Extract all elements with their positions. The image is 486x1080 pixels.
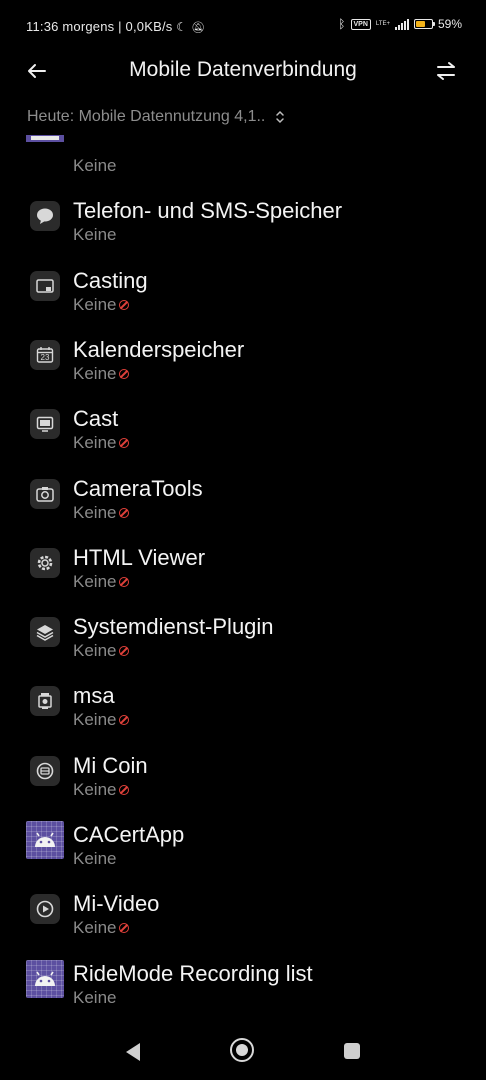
list-item[interactable]: Mi-Video Keine <box>0 843 486 937</box>
mute-bell-icon: 🔕︎ <box>191 22 206 34</box>
purple-app-icon <box>26 135 64 142</box>
up-down-chevron-icon <box>275 110 285 124</box>
triangle-back-icon <box>126 1043 140 1061</box>
status-indicators: ᛒ VPN LTE+ 59% <box>338 17 462 31</box>
list-item[interactable]: HTML Viewer Keine <box>0 497 486 591</box>
list-item[interactable]: Cast Keine <box>0 358 486 452</box>
app-list: Keine Telefon- und SMS-Speicher Keine Casti… <box>0 135 486 1005</box>
signal-icon <box>394 18 409 30</box>
moon-icon: ☾ <box>176 20 188 34</box>
android-icon <box>26 959 64 998</box>
swap-arrows-icon <box>437 62 455 80</box>
battery-fill <box>415 21 425 27</box>
list-item[interactable]: Casting Keine <box>0 220 486 314</box>
status-time-and-speed: 11:36 morgens | 0,0KB/s ☾ 🔕︎ <box>26 19 205 34</box>
usage-filter-dropdown[interactable]: Heute: Mobile Datennutzung 4,1.. <box>27 108 285 126</box>
battery-percent: 59% <box>437 17 462 31</box>
bluetooth-icon: ᛒ <box>338 17 346 31</box>
top-app-bar: Mobile Datenverbindung <box>0 52 486 92</box>
status-bar: 11:36 morgens | 0,0KB/s ☾ 🔕︎ ᛒ VPN LTE+ … <box>0 0 486 52</box>
list-item[interactable]: CameraTools Keine <box>0 428 486 522</box>
sort-button[interactable] <box>434 58 458 84</box>
app-usage: Keine <box>73 988 116 1005</box>
vpn-badge: VPN <box>350 18 371 30</box>
list-item[interactable]: Keine <box>0 135 486 175</box>
list-item[interactable]: 23 Kalenderspeicher Keine <box>0 289 486 383</box>
navigation-bar <box>0 1020 486 1080</box>
list-item[interactable]: RideMode Recording list Keine <box>0 913 486 1005</box>
app-name: RideMode Recording list <box>73 960 313 986</box>
nav-recents-button[interactable] <box>344 1043 360 1059</box>
list-item[interactable]: msa Keine <box>0 635 486 729</box>
network-type: LTE+ <box>375 21 390 27</box>
time-text: 11:36 morgens | 0,0KB/s <box>26 19 173 34</box>
list-item[interactable]: Mi Coin Keine <box>0 705 486 799</box>
nav-home-button[interactable] <box>230 1038 254 1062</box>
nav-back-button[interactable] <box>124 1042 142 1067</box>
list-item[interactable]: Systemdienst-Plugin Keine <box>0 566 486 660</box>
list-item[interactable]: Telefon- und SMS-Speicher Keine <box>0 150 486 244</box>
usage-text: Keine <box>73 987 117 1005</box>
battery-icon <box>413 19 435 29</box>
page-title: Mobile Datenverbindung <box>129 58 357 81</box>
list-item[interactable]: CACertApp Keine <box>0 774 486 868</box>
filter-label: Heute: Mobile Datennutzung 4,1.. <box>27 108 266 125</box>
